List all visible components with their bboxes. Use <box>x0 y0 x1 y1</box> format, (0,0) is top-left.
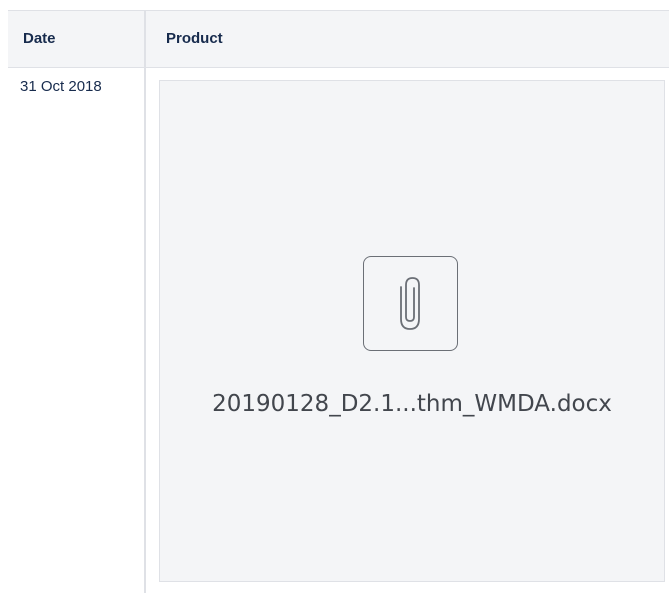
table-cell-date: 31 Oct 2018 <box>20 78 102 95</box>
column-header-product: Product <box>166 30 223 47</box>
column-header-date: Date <box>23 30 56 47</box>
content-table: Date Product 31 Oct 2018 20190128_D2.1..… <box>8 10 669 593</box>
column-divider <box>144 10 146 593</box>
attachment-thumbnail <box>363 256 458 351</box>
paperclip-icon <box>400 277 420 330</box>
attachment-file-name: 20190128_D2.1...thm_WMDA.docx <box>212 391 612 417</box>
table-header-row: Date Product <box>8 10 669 68</box>
attachment-preview[interactable]: 20190128_D2.1...thm_WMDA.docx <box>159 80 665 582</box>
